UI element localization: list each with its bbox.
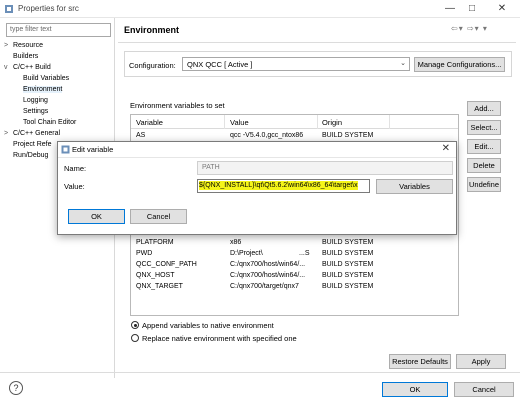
table-row[interactable]: AS qcc -V5.4.0,gcc_ntox86 BUILD SYSTEM (131, 130, 458, 141)
ok-button[interactable]: OK (382, 382, 448, 397)
tree-item-cpp-general[interactable]: > C/C++ General (4, 128, 60, 139)
dialog-ok-button[interactable]: OK (68, 209, 125, 224)
table-row[interactable]: PWD D:\Project\ ...S BUILD SYSTEM (131, 248, 458, 259)
column-header-origin[interactable]: Origin (322, 118, 342, 127)
divider (58, 157, 456, 158)
edit-variable-dialog: Edit variable ✕ Name: PATH Value: ${QNX_… (57, 141, 457, 235)
page-title: Environment (124, 25, 180, 35)
cancel-button[interactable]: Cancel (454, 382, 514, 397)
value-field[interactable]: ${QNX_INSTALL}\qt\Qt5.6.2\win64\x86_64\t… (197, 179, 370, 193)
close-button[interactable]: ✕ (492, 2, 512, 16)
chevron-down-icon: ⌄ (400, 60, 406, 67)
name-label: Name: (64, 164, 87, 173)
manage-configurations-button[interactable]: Manage Configurations... (414, 57, 505, 72)
table-row[interactable]: QCC_CONF_PATH C:/qnx700/host/win64/... B… (131, 259, 458, 270)
tree-item-project-references[interactable]: Project Refe (13, 139, 52, 150)
delete-button[interactable]: Delete (467, 158, 501, 173)
dialog-app-icon (61, 145, 70, 154)
tree-item-settings[interactable]: Settings (23, 106, 48, 117)
table-row[interactable]: PLATFORM x86 BUILD SYSTEM (131, 237, 458, 248)
table-header: Variable Value Origin (131, 115, 458, 129)
menu-icon[interactable]: ▾ (483, 24, 488, 33)
restore-defaults-button[interactable]: Restore Defaults (389, 354, 451, 369)
select-button[interactable]: Select... (467, 120, 501, 135)
table-row[interactable]: QNX_TARGET C:/qnx700/target/qnx7 BUILD S… (131, 281, 458, 292)
dialog-title: Edit variable (72, 145, 114, 154)
env-variables-label: Environment variables to set (130, 101, 225, 110)
minimize-button[interactable]: — (440, 2, 460, 16)
tree-item-logging[interactable]: Logging (23, 95, 48, 106)
configuration-label: Configuration: (129, 61, 176, 70)
tree-item-tool-chain-editor[interactable]: Tool Chain Editor (23, 117, 76, 128)
tree-item-resource[interactable]: > Resource (4, 40, 43, 51)
add-button[interactable]: Add... (467, 101, 501, 116)
window-title: Properties for src (18, 4, 79, 13)
divider (0, 372, 520, 373)
help-icon[interactable]: ? (9, 381, 23, 395)
edit-button[interactable]: Edit... (467, 139, 501, 154)
divider (118, 42, 516, 43)
radio-unchecked-icon[interactable] (131, 334, 139, 342)
tree-item-builders[interactable]: Builders (4, 51, 38, 62)
tree-item-cpp-build[interactable]: v C/C++ Build (4, 62, 51, 73)
chevron-right-icon[interactable]: > (4, 128, 13, 139)
name-field: PATH (197, 161, 453, 175)
replace-radio[interactable]: Replace native environment with specifie… (131, 334, 297, 345)
filter-input[interactable]: type filter text (6, 23, 111, 37)
tree-item-environment[interactable]: Environment (23, 84, 63, 95)
app-icon (5, 5, 13, 13)
history-navigation[interactable]: ⇦▾ ⇨▾ ▾ (451, 24, 513, 36)
back-icon[interactable]: ⇦ (451, 24, 459, 33)
configuration-select[interactable]: QNX QCC [ Active ] ⌄ (182, 57, 410, 71)
undefine-button[interactable]: Undefine (467, 177, 501, 192)
column-header-value[interactable]: Value (230, 118, 249, 127)
table-row[interactable]: QNX_HOST C:/qnx700/host/win64/... BUILD … (131, 270, 458, 281)
title-bar: Properties for src — □ ✕ (0, 0, 520, 18)
chevron-down-icon[interactable]: ▾ (475, 24, 480, 33)
column-header-variable[interactable]: Variable (136, 118, 163, 127)
close-icon[interactable]: ✕ (442, 143, 450, 154)
tree-item-run-debug[interactable]: Run/Debug (13, 150, 48, 161)
forward-icon[interactable]: ⇨ (467, 24, 475, 33)
chevron-right-icon[interactable]: > (4, 40, 13, 51)
dialog-cancel-button[interactable]: Cancel (130, 209, 187, 224)
chevron-down-icon[interactable]: ▾ (459, 24, 464, 33)
radio-checked-icon[interactable] (131, 321, 139, 329)
append-radio[interactable]: Append variables to native environment (131, 321, 274, 332)
variables-button[interactable]: Variables (376, 179, 453, 194)
chevron-down-icon[interactable]: v (4, 62, 13, 73)
value-label: Value: (64, 182, 85, 191)
maximize-button[interactable]: □ (462, 2, 482, 16)
tree-item-build-variables[interactable]: Build Variables (23, 73, 69, 84)
apply-button[interactable]: Apply (456, 354, 506, 369)
